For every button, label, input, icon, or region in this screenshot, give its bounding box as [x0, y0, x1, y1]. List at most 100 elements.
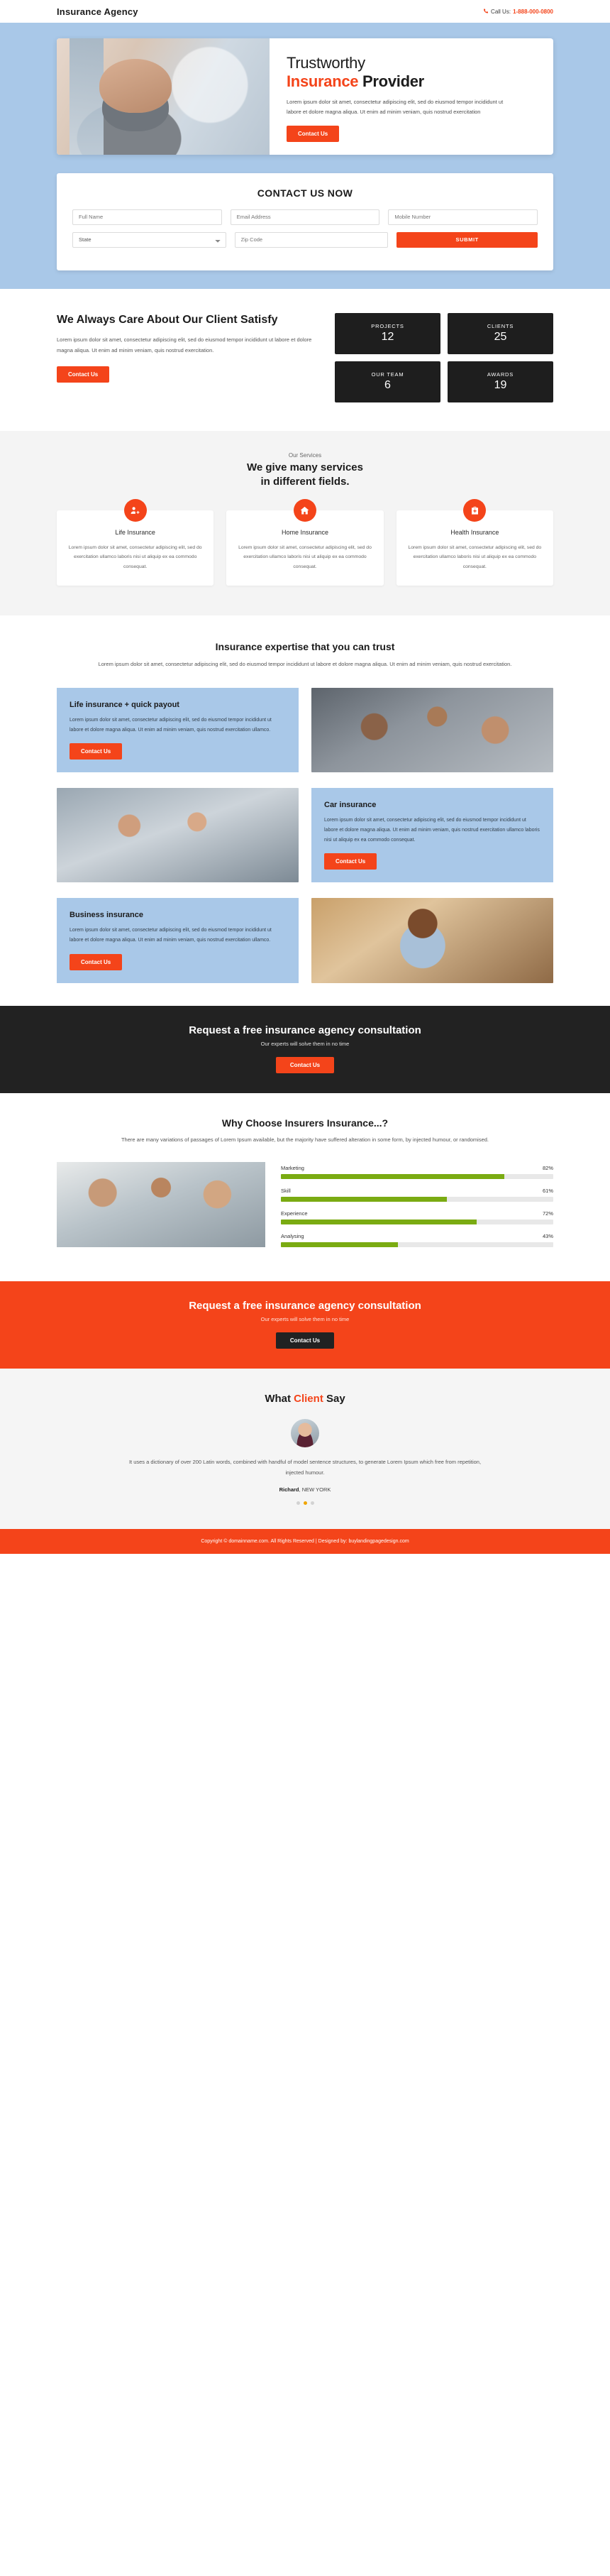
- phone-number[interactable]: 1-888-000-0800: [513, 9, 553, 15]
- skill-bar-label: Marketing: [281, 1164, 304, 1171]
- testimonial-heading-post: Say: [323, 1392, 345, 1405]
- expertise-row-car: Car insurance Lorem ipsum dolor sit amet…: [57, 788, 553, 883]
- expertise-box-life: Life insurance + quick payout Lorem ipsu…: [57, 688, 299, 773]
- cta-orange-sub: Our experts will solve them in no time: [260, 1315, 350, 1322]
- stat-value: 12: [381, 330, 394, 343]
- service-title: Home Insurance: [281, 529, 329, 537]
- hero-card: Trustworthy Insurance Provider Lorem ips…: [57, 38, 553, 155]
- services-heading-line1: We give many services: [247, 461, 363, 473]
- skill-bar-fill: [281, 1173, 504, 1179]
- cta-orange-heading: Request a free insurance agency consulta…: [189, 1299, 421, 1312]
- skill-bar-value: 43%: [542, 1232, 553, 1239]
- services-heading: We give many services in different field…: [0, 461, 610, 490]
- contact-form-section: CONTACT US NOW State SUBMIT: [0, 172, 610, 289]
- expertise-image-meeting: [311, 688, 553, 773]
- page-root: Insurance Agency Call Us: 1-888-000-0800…: [0, 0, 610, 1555]
- expertise-contact-button-life[interactable]: Contact Us: [70, 743, 123, 760]
- care-contact-button[interactable]: Contact Us: [57, 366, 110, 383]
- contact-form-heading: CONTACT US NOW: [257, 187, 353, 199]
- hero-title: Trustworthy Insurance Provider: [287, 54, 538, 91]
- expertise-rows: Life insurance + quick payout Lorem ipsu…: [57, 688, 553, 983]
- expertise-title: Life insurance + quick payout: [70, 701, 179, 710]
- testimonial-location: , NEW YORK: [299, 1486, 331, 1493]
- pagination-dot-3[interactable]: [310, 1501, 314, 1506]
- expertise-row-business: Business insurance Lorem ipsum dolor sit…: [57, 898, 553, 983]
- skill-bar-track: [281, 1173, 553, 1179]
- expertise-row-life: Life insurance + quick payout Lorem ipsu…: [57, 688, 553, 773]
- skill-bar-label: Analysing: [281, 1232, 304, 1239]
- stat-card-clients: CLIENTS 25: [448, 312, 553, 354]
- hero-paragraph: Lorem ipsum dolor sit amet, consectetur …: [287, 98, 504, 115]
- services-section: Our Services We give many services in di…: [0, 430, 610, 615]
- cta-dark-button[interactable]: Contact Us: [275, 1056, 335, 1073]
- hero-title-line1: Trustworthy: [287, 54, 365, 72]
- expertise-contact-button-business[interactable]: Contact Us: [70, 953, 123, 970]
- pagination-dot-1[interactable]: [296, 1501, 300, 1506]
- expertise-contact-button-car[interactable]: Contact Us: [324, 853, 377, 870]
- services-cards: Life Insurance Lorem ipsum dolor sit ame…: [57, 499, 553, 586]
- expertise-box-car: Car insurance Lorem ipsum dolor sit amet…: [311, 788, 553, 883]
- call-us-block: Call Us: 1-888-000-0800: [483, 9, 553, 15]
- care-inner: We Always Care About Our Client Satisfy …: [57, 312, 553, 402]
- skill-bar-fill: [281, 1196, 448, 1202]
- submit-button[interactable]: SUBMIT: [396, 231, 538, 248]
- why-choose-section: Why Choose Insurers Insurance...? There …: [0, 1092, 610, 1281]
- cta-dark-heading: Request a free insurance agency consulta…: [189, 1024, 421, 1036]
- stat-label: PROJECTS: [371, 322, 404, 329]
- services-heading-block: Our Services We give many services in di…: [0, 452, 610, 490]
- skill-bar-fill: [281, 1219, 477, 1224]
- site-brand[interactable]: Insurance Agency: [57, 6, 138, 17]
- skill-bar-value: 72%: [542, 1210, 553, 1217]
- call-us-label: Call Us:: [491, 8, 511, 15]
- cta-orange-button[interactable]: Contact Us: [275, 1332, 335, 1349]
- hero-title-accent: Insurance: [287, 72, 359, 90]
- services-eyebrow: Our Services: [288, 451, 322, 459]
- testimonial-pagination-dots: [0, 1501, 610, 1506]
- pagination-dot-2[interactable]: [303, 1501, 307, 1506]
- hero-title-rest: Provider: [358, 72, 424, 90]
- hero-contact-button[interactable]: Contact Us: [287, 125, 340, 142]
- service-card-life[interactable]: Life Insurance Lorem ipsum dolor sit ame…: [57, 499, 214, 586]
- skill-bar-top: Marketing 82%: [281, 1165, 553, 1171]
- service-text: Lorem ipsum dolor sit amet, consectetur …: [238, 545, 372, 569]
- expertise-image-car: [57, 788, 299, 883]
- expertise-paragraph: Lorem ipsum dolor sit amet, consectetur …: [98, 660, 512, 667]
- expertise-box-business: Business insurance Lorem ipsum dolor sit…: [57, 898, 299, 983]
- skill-bar-analysing: Analysing 43%: [281, 1233, 553, 1247]
- expertise-title: Business insurance: [70, 911, 143, 920]
- zip-code-input[interactable]: [234, 231, 389, 248]
- expertise-text: Lorem ipsum dolor sit amet, consectetur …: [324, 818, 540, 843]
- care-heading: We Always Care About Our Client Satisfy: [57, 313, 278, 326]
- skill-bar-track: [281, 1242, 553, 1247]
- testimonial-heading-accent: Client: [294, 1392, 323, 1405]
- service-card-health[interactable]: Health Insurance Lorem ipsum dolor sit a…: [396, 499, 553, 586]
- stat-value: 25: [494, 330, 507, 343]
- top-bar: Insurance Agency Call Us: 1-888-000-0800: [0, 0, 610, 23]
- home-icon: [293, 499, 316, 522]
- hero-image: [57, 38, 270, 155]
- skill-bar-track: [281, 1196, 553, 1202]
- skill-bar-marketing: Marketing 82%: [281, 1165, 553, 1179]
- cta-dark-sub: Our experts will solve them in no time: [260, 1040, 350, 1047]
- service-title: Health Insurance: [450, 529, 499, 537]
- skill-bars-chart: Marketing 82% Skill 61% Experience 72% A…: [281, 1162, 553, 1256]
- why-heading-block: Why Choose Insurers Insurance...? There …: [57, 1117, 553, 1145]
- stat-value: 6: [384, 378, 391, 391]
- phone-icon: [483, 9, 489, 14]
- service-card-home[interactable]: Home Insurance Lorem ipsum dolor sit ame…: [226, 499, 384, 586]
- medical-kit-icon: [463, 499, 487, 522]
- why-heading: Why Choose Insurers Insurance...?: [221, 1117, 389, 1129]
- skill-bar-fill: [281, 1242, 399, 1247]
- email-address-input[interactable]: [230, 209, 380, 225]
- testimonial-author: Richard: [279, 1486, 299, 1493]
- stat-card-projects: PROJECTS 12: [335, 312, 440, 354]
- why-image-team: [57, 1161, 265, 1247]
- mobile-number-input[interactable]: [388, 209, 538, 225]
- testimonial-section: What Client Say It uses a dictionary of …: [0, 1368, 610, 1530]
- skill-bar-top: Experience 72%: [281, 1210, 553, 1217]
- state-select[interactable]: State: [72, 231, 226, 248]
- hero-text: Trustworthy Insurance Provider Lorem ips…: [270, 38, 553, 155]
- service-text: Lorem ipsum dolor sit amet, consectetur …: [408, 545, 542, 569]
- stats-grid: PROJECTS 12 CLIENTS 25 OUR TEAM 6 AWARDS…: [335, 312, 553, 402]
- full-name-input[interactable]: [72, 209, 222, 225]
